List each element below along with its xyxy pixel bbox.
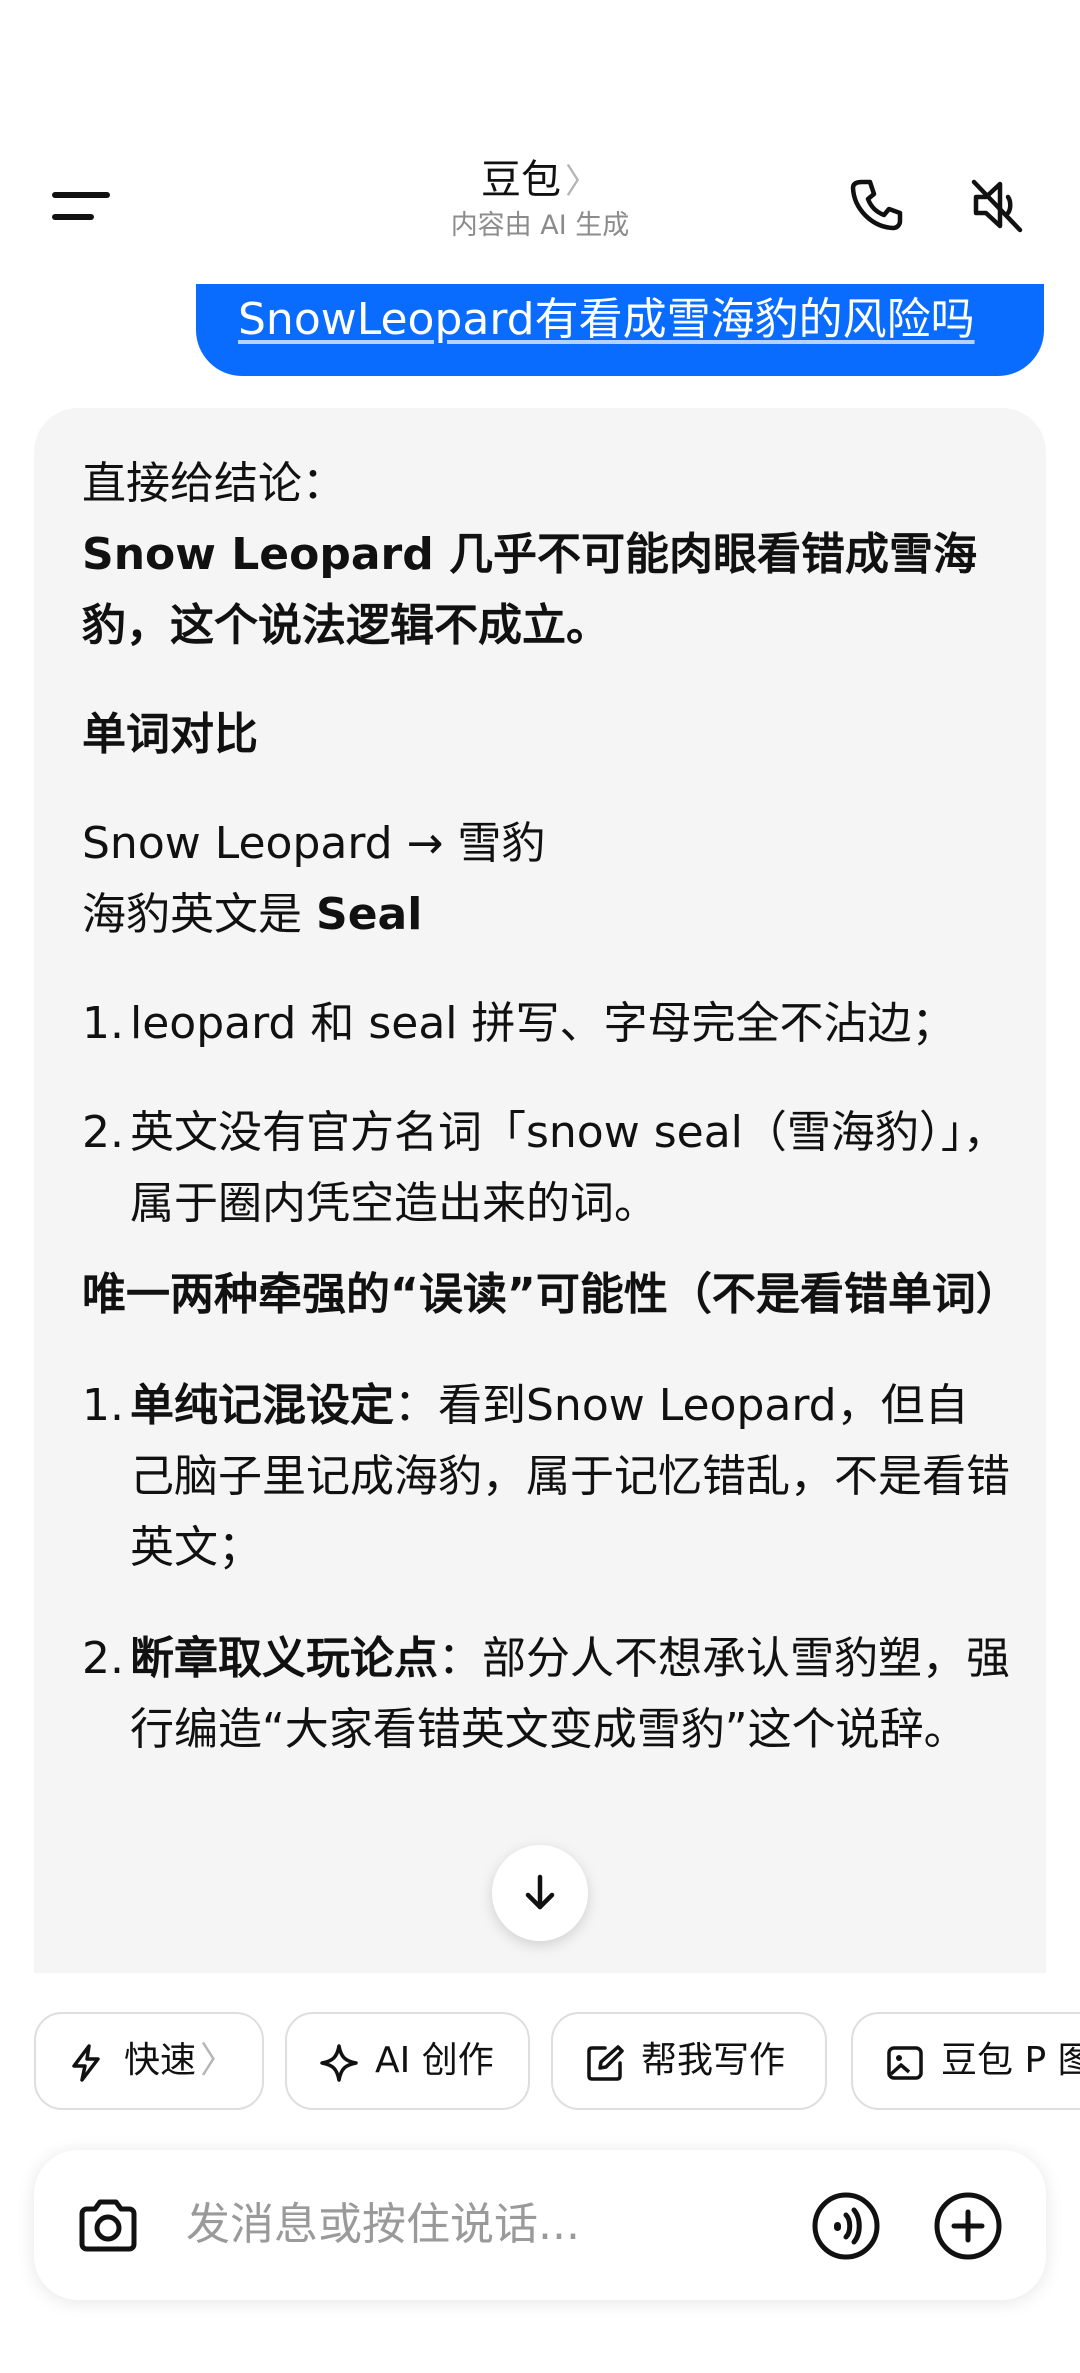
- list-item: 1. 单纯记混设定：看到Snow Leopard，但自己脑子里记成海豹，属于记忆…: [82, 1370, 1012, 1583]
- sparkle-icon: [320, 2044, 358, 2082]
- list-item-text: 英文没有官方名词「snow seal（雪海豹）」，属于圈内凭空造出来的词。: [130, 1107, 1007, 1229]
- section-title-misread: 唯一两种牵强的“误读”可能性（不是看错单词）: [82, 1269, 1020, 1320]
- chat-title[interactable]: 豆包〉: [340, 154, 740, 208]
- top-bar: 豆包〉 内容由 AI 生成: [0, 150, 1080, 260]
- list-item: 1. leopard 和 seal 拼写、字母完全不沾边；: [82, 988, 1012, 1059]
- edit-icon: [587, 2045, 624, 2081]
- speaker-muted-icon[interactable]: [962, 170, 1032, 240]
- lightning-icon: [72, 2044, 100, 2082]
- list-item-text: leopard 和 seal 拼写、字母完全不沾边；: [130, 998, 956, 1049]
- chevron-right-icon: 〉: [565, 162, 599, 202]
- camera-icon[interactable]: [74, 2192, 142, 2260]
- section-title-word-compare: 单词对比: [82, 709, 258, 760]
- phone-icon[interactable]: [840, 170, 910, 240]
- quick-action-ai-create[interactable]: AI 创作: [285, 2012, 530, 2110]
- quick-action-label: 豆包 P 图: [941, 2040, 1080, 2081]
- compare-line-2: 海豹英文是 Seal: [82, 879, 1012, 950]
- quick-action-label: 帮我写作: [641, 2040, 786, 2081]
- list-item: 2. 英文没有官方名词「snow seal（雪海豹）」，属于圈内凭空造出来的词。: [82, 1097, 1012, 1239]
- compare-line-2-prefix: 海豹英文是: [82, 889, 316, 940]
- list-item: 2. 断章取义玩论点：部分人不想承认雪豹塑，强行编造“大家看错英文变成雪豹”这个…: [82, 1623, 1012, 1765]
- answer-conclusion: Snow Leopard 几乎不可能肉眼看错成雪海豹，这个说法逻辑不成立。: [82, 529, 978, 651]
- quick-action-p-image[interactable]: 豆包 P 图: [851, 2012, 1080, 2110]
- image-edit-icon: [887, 2046, 923, 2080]
- list-number: 1.: [82, 998, 124, 1049]
- answer-content: 直接给结论： Snow Leopard 几乎不可能肉眼看错成雪海豹，这个说法逻辑…: [82, 448, 1020, 1765]
- list-number: 2.: [82, 1107, 124, 1158]
- menu-icon[interactable]: [52, 184, 112, 224]
- message-input-bar: 发消息或按住说话...: [34, 2150, 1046, 2300]
- chevron-right-icon: 〉: [200, 2040, 237, 2081]
- quick-action-label: AI 创作: [375, 2040, 494, 2081]
- ai-disclaimer: 内容由 AI 生成: [450, 210, 630, 241]
- compare-line-1: Snow Leopard → 雪豹: [82, 818, 546, 869]
- chat-title-area[interactable]: 豆包〉 内容由 AI 生成: [340, 154, 740, 244]
- ai-answer-card: 直接给结论： Snow Leopard 几乎不可能肉眼看错成雪海豹，这个说法逻辑…: [34, 408, 1046, 1973]
- list-number: 2.: [82, 1633, 124, 1684]
- scroll-to-bottom-button[interactable]: [492, 1845, 588, 1941]
- user-message-text: SnowLeopard有看成雪海豹的风险吗: [238, 294, 975, 345]
- compare-line-2-bold: Seal: [316, 889, 423, 940]
- quick-action-write[interactable]: 帮我写作: [551, 2012, 827, 2110]
- voice-call-icon[interactable]: [810, 2190, 882, 2262]
- list-number: 1.: [82, 1380, 124, 1431]
- list-item-bold: 单纯记混设定: [130, 1380, 394, 1431]
- quick-action-label: 快速: [124, 2040, 197, 2081]
- list-item-bold: 断章取义玩论点: [130, 1633, 438, 1684]
- add-icon[interactable]: [932, 2190, 1004, 2262]
- arrow-down-icon: [525, 1874, 555, 1910]
- answer-intro: 直接给结论：: [82, 458, 346, 509]
- quick-action-bar: 快速〉 AI 创作 帮我写作 豆包 P 图: [34, 2012, 1080, 2114]
- quick-action-fast[interactable]: 快速〉: [34, 2012, 264, 2110]
- chat-title-text: 豆包: [481, 157, 561, 203]
- user-message-bubble[interactable]: SnowLeopard有看成雪海豹的风险吗: [196, 284, 1044, 376]
- message-input[interactable]: 发消息或按住说话...: [186, 2190, 786, 2260]
